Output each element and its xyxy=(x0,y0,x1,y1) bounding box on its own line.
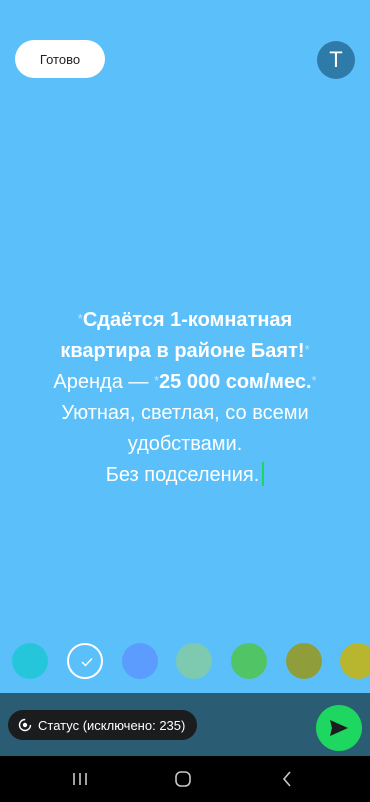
color-swatch-selected[interactable] xyxy=(67,643,103,679)
headline-part-1: Сдаётся 1-комнатная xyxy=(82,309,293,331)
bottom-bar: Статус (исключено: 235) xyxy=(0,693,370,756)
status-privacy-button[interactable]: Статус (исключено: 235) xyxy=(8,710,198,740)
status-privacy-label: Статус (исключено: 235) xyxy=(38,717,186,733)
rent-label: Аренда — xyxy=(53,371,154,393)
text-cursor xyxy=(262,462,265,486)
home-icon[interactable] xyxy=(173,769,193,789)
status-canvas[interactable]: Готово T *Сдаётся 1-комнатная квартира в… xyxy=(0,0,370,693)
text-mode-button[interactable]: T xyxy=(317,41,355,79)
system-navigation-bar xyxy=(0,756,370,802)
text-line-6-content: Без подселения. xyxy=(105,464,260,486)
privacy-icon xyxy=(18,718,32,732)
text-line-3: Аренда — *25 000 сом/мес.* xyxy=(0,367,370,398)
bold-marker: * xyxy=(304,342,310,357)
color-swatch[interactable] xyxy=(340,643,370,679)
color-swatch[interactable] xyxy=(12,643,48,679)
text-mode-label: T xyxy=(329,47,343,72)
rent-price: 25 000 сом/мес. xyxy=(159,371,312,393)
color-swatch[interactable] xyxy=(286,643,322,679)
recent-apps-icon[interactable] xyxy=(70,769,90,789)
headline-part-2: квартира в районе Баят! xyxy=(60,340,305,362)
send-button[interactable] xyxy=(316,705,362,751)
color-swatch[interactable] xyxy=(122,643,158,679)
status-text-input[interactable]: *Сдаётся 1-комнатная квартира в районе Б… xyxy=(0,305,370,491)
background-color-palette xyxy=(0,643,370,679)
text-line-2: квартира в районе Баят!* xyxy=(0,336,370,367)
text-line-6: Без подселения. xyxy=(0,460,370,491)
color-swatch[interactable] xyxy=(231,643,267,679)
checkmark-icon xyxy=(81,658,93,667)
text-line-4: Уютная, светлая, со всеми xyxy=(61,402,309,424)
bold-marker: * xyxy=(77,311,83,326)
text-line-5: удобствами. xyxy=(127,433,243,455)
back-icon[interactable] xyxy=(277,769,297,789)
bold-marker: * xyxy=(153,373,160,388)
done-button[interactable]: Готово xyxy=(15,40,105,78)
send-icon xyxy=(330,720,348,736)
text-line-1: *Сдаётся 1-комнатная xyxy=(0,305,370,336)
bold-marker: * xyxy=(311,373,317,388)
color-swatch[interactable] xyxy=(176,643,212,679)
